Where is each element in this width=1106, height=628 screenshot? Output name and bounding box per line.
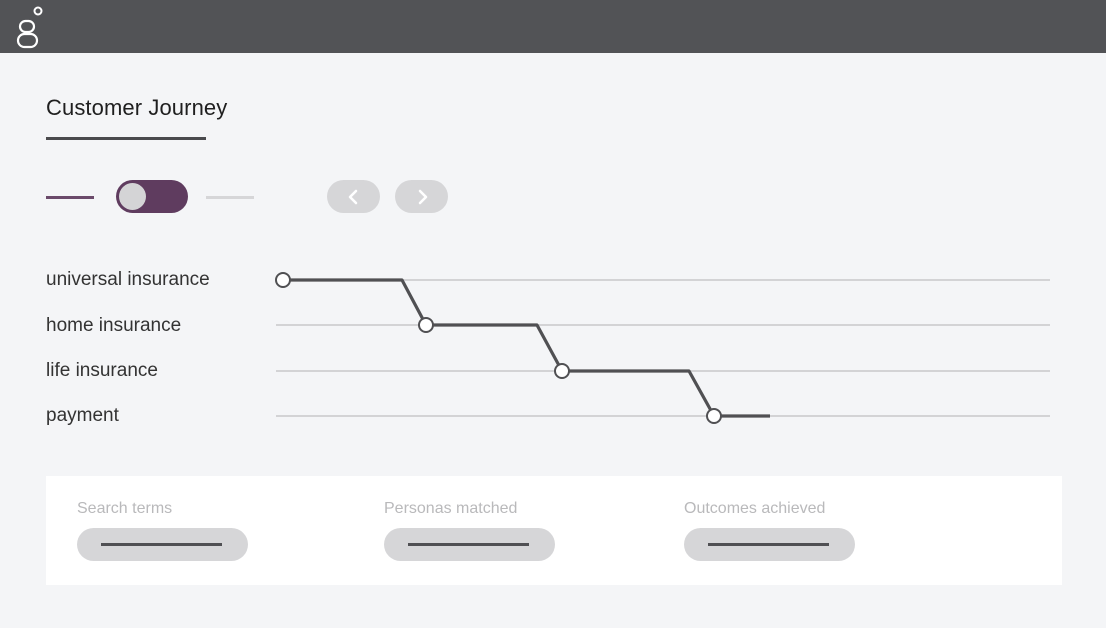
metric-label-search-terms: Search terms xyxy=(77,500,173,517)
journey-path xyxy=(283,278,770,418)
placeholder-bar xyxy=(101,543,222,546)
placeholder-bar xyxy=(408,543,529,546)
metric-pill-personas-matched[interactable] xyxy=(384,528,555,561)
metrics-panel: Search terms Personas matched Outcomes a… xyxy=(46,476,1062,585)
journey-node[interactable] xyxy=(706,408,722,424)
metric-label-outcomes-achieved: Outcomes achieved xyxy=(684,500,826,517)
metric-pill-outcomes-achieved[interactable] xyxy=(684,528,855,561)
placeholder-bar xyxy=(708,543,829,546)
journey-node[interactable] xyxy=(554,363,570,379)
journey-node[interactable] xyxy=(418,317,434,333)
metric-label-personas-matched: Personas matched xyxy=(384,500,518,517)
metric-pill-search-terms[interactable] xyxy=(77,528,248,561)
journey-node[interactable] xyxy=(275,272,291,288)
